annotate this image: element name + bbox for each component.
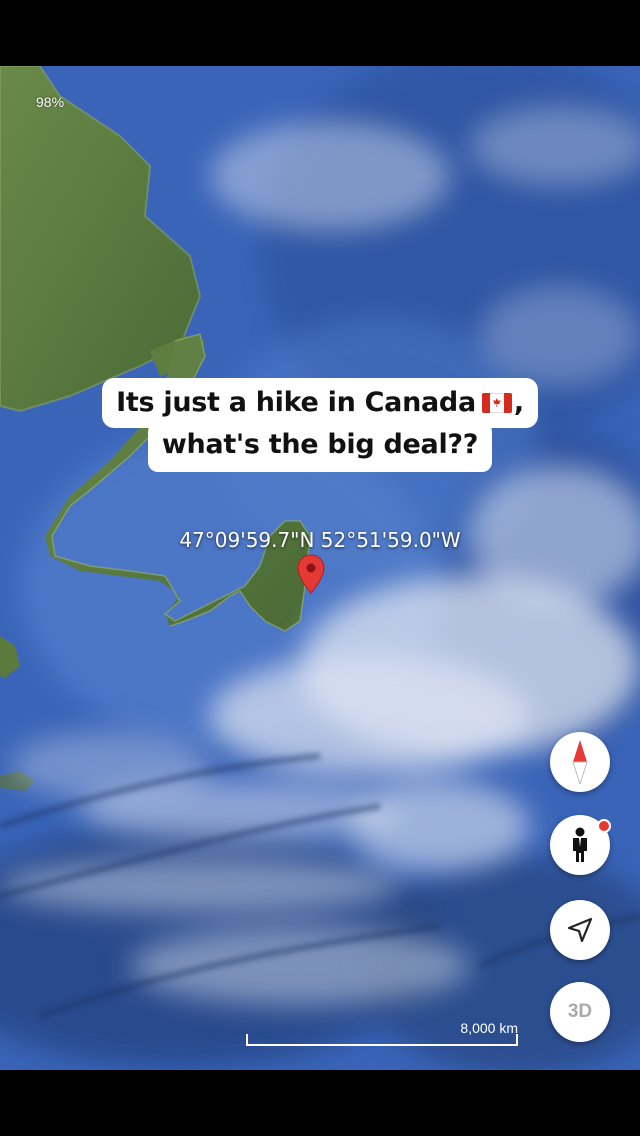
canada-flag-icon	[481, 393, 512, 413]
map-pin-icon[interactable]	[297, 554, 325, 594]
satellite-map[interactable]: 98% Its just a hike in Canada, what's th…	[0, 66, 640, 1070]
notification-dot	[597, 819, 611, 833]
caption-line-2: what's the big deal??	[147, 422, 493, 472]
zoom-percentage: 98%	[36, 94, 65, 110]
pegman-icon	[573, 827, 587, 862]
my-location-button[interactable]	[550, 900, 610, 960]
navigation-arrow-icon	[567, 917, 593, 943]
scale-bar	[246, 1034, 518, 1046]
caption-line-1: Its just a hike in Canada,	[102, 378, 538, 428]
compass-button[interactable]	[550, 732, 610, 792]
bottom-letterbox	[0, 1070, 640, 1136]
compass-icon	[572, 740, 588, 784]
3d-toggle-button[interactable]: 3D	[550, 982, 610, 1042]
coordinates-label: 47°09'59.7"N 52°51'59.0"W	[179, 528, 461, 552]
top-letterbox	[0, 0, 640, 66]
caption-overlay: Its just a hike in Canada, what's the bi…	[0, 378, 640, 472]
